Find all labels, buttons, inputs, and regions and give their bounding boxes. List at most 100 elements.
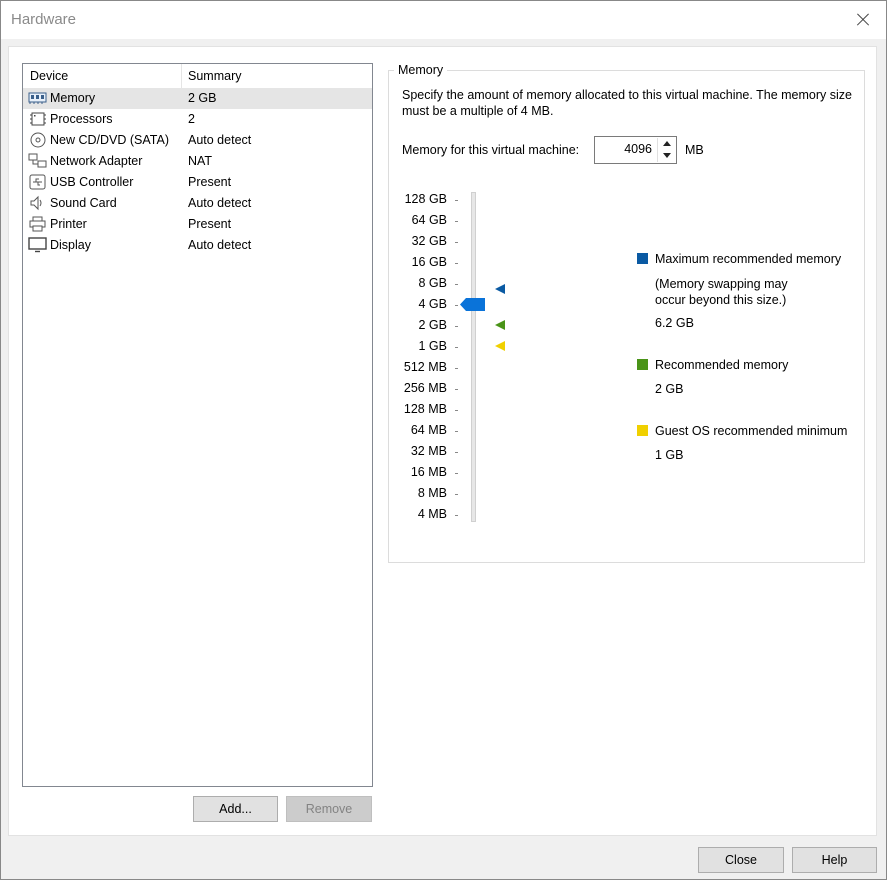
increment-arrow-icon[interactable] — [657, 138, 675, 150]
device-summary: 2 GB — [188, 91, 217, 105]
memory-scale-label: 64 GB — [411, 213, 447, 227]
memory-size-stepper[interactable]: 4096 — [594, 136, 677, 164]
device-name: Sound Card — [50, 196, 117, 210]
device-row-usb-controller[interactable]: USB Controller Present — [23, 172, 372, 193]
device-summary: Present — [188, 175, 232, 189]
memory-scale-label: 32 GB — [411, 234, 447, 248]
device-name: Printer — [50, 217, 87, 231]
speaker-icon — [30, 195, 42, 211]
printer-icon — [29, 216, 46, 232]
memory-unit-label: MB — [685, 143, 704, 157]
recommended-swatch — [637, 359, 648, 370]
memory-scale-label: 8 GB — [418, 276, 448, 290]
max-recommended-marker-icon — [495, 284, 505, 294]
remove-device-button[interactable]: Remove — [286, 796, 372, 822]
slider-thumb-shape — [460, 298, 485, 311]
device-name: Processors — [50, 112, 113, 126]
memory-scale-label: 8 MB — [417, 486, 447, 500]
device-name: Display — [50, 238, 91, 252]
device-row-cd-dvd[interactable]: New CD/DVD (SATA) Auto detect — [23, 130, 372, 151]
memory-scale-label: 16 MB — [410, 465, 447, 479]
device-summary: Auto detect — [188, 196, 252, 210]
device-row-printer[interactable]: Printer Present — [23, 214, 372, 235]
recommended-value: 2 GB — [655, 382, 684, 396]
memory-scale-label: 4 MB — [417, 507, 447, 521]
memory-scale-label: 2 GB — [418, 318, 448, 332]
memory-scale-tick — [455, 452, 458, 453]
memory-scale-tick — [455, 368, 458, 369]
memory-scale-tick — [455, 284, 458, 285]
memory-scale-tick — [455, 263, 458, 264]
recommended-marker-icon — [495, 320, 505, 330]
device-column-header[interactable]: Device — [30, 69, 68, 83]
memory-scale-label: 1 GB — [418, 339, 448, 353]
memory-slider-thumb[interactable] — [460, 298, 485, 311]
memory-scale-tick — [455, 494, 458, 495]
device-list[interactable]: Device Summary Memory 2 GB Processors 2 — [22, 63, 373, 787]
memory-slider-track[interactable] — [471, 192, 476, 522]
minimum-swatch — [637, 425, 648, 436]
memory-scale-tick — [455, 347, 458, 348]
recommended-marker-shape — [495, 320, 505, 330]
memory-scale-tick — [455, 242, 458, 243]
network-icon — [28, 153, 47, 168]
memory-description: Specify the amount of memory allocated t… — [402, 88, 852, 118]
device-row-memory[interactable]: Memory 2 GB — [23, 88, 372, 109]
max-recommended-note: (Memory swapping may occur beyond this s… — [655, 277, 788, 307]
cd-dvd-icon — [30, 132, 46, 148]
memory-scale-label: 256 MB — [403, 381, 447, 395]
memory-scale-tick — [455, 200, 458, 201]
memory-scale-tick — [455, 473, 458, 474]
memory-scale-label: 128 GB — [404, 192, 447, 206]
max-recommended-swatch — [637, 253, 648, 264]
memory-scale-tick — [455, 410, 458, 411]
max-recommended-label: Maximum recommended memory — [655, 252, 842, 266]
max-recommended-value: 6.2 GB — [655, 316, 694, 330]
memory-scale-label: 128 MB — [403, 402, 447, 416]
list-header: Device Summary — [23, 64, 372, 88]
memory-group-title: Memory — [394, 63, 448, 77]
memory-scale-label: 4 GB — [418, 297, 448, 311]
close-button[interactable]: Close — [698, 847, 784, 873]
device-row-processors[interactable]: Processors 2 — [23, 109, 372, 130]
memory-scale-tick — [455, 305, 458, 306]
device-name: Network Adapter — [50, 154, 143, 168]
memory-scale-label: 16 GB — [411, 255, 447, 269]
memory-scale-tick — [455, 389, 458, 390]
memory-scale-tick — [455, 326, 458, 327]
memory-scale-tick — [455, 431, 458, 432]
device-name: USB Controller — [50, 175, 134, 189]
device-summary: Auto detect — [188, 238, 252, 252]
memory-scale-label: 32 MB — [410, 444, 447, 458]
window-title: Hardware — [11, 11, 77, 28]
column-separator[interactable] — [181, 64, 182, 88]
device-summary: NAT — [188, 154, 213, 168]
title-bar: Hardware — [1, 1, 886, 39]
close-window-icon[interactable] — [852, 9, 874, 31]
memory-size-input[interactable]: 4096 — [624, 142, 652, 156]
minimum-marker-shape — [495, 341, 505, 351]
device-summary: Auto detect — [188, 133, 252, 147]
minimum-marker-icon — [495, 341, 505, 351]
decrement-arrow-icon[interactable] — [657, 150, 675, 162]
minimum-label: Guest OS recommended minimum — [655, 424, 848, 438]
device-name: Memory — [50, 91, 96, 105]
memory-scale-tick — [455, 221, 458, 222]
device-row-network-adapter[interactable]: Network Adapter NAT — [23, 151, 372, 172]
usb-icon — [29, 174, 46, 190]
add-device-button[interactable]: Add... — [193, 796, 278, 822]
monitor-icon — [28, 237, 47, 253]
device-name: New CD/DVD (SATA) — [50, 133, 169, 147]
memory-field-label: Memory for this virtual machine: — [402, 143, 580, 157]
device-row-sound-card[interactable]: Sound Card Auto detect — [23, 193, 372, 214]
device-summary: Present — [188, 217, 232, 231]
processor-icon — [30, 112, 46, 126]
memory-scale-label: 512 MB — [403, 360, 447, 374]
memory-scale-label: 64 MB — [410, 423, 447, 437]
help-button[interactable]: Help — [792, 847, 877, 873]
memory-icon — [28, 92, 47, 104]
summary-column-header[interactable]: Summary — [188, 69, 241, 83]
recommended-label: Recommended memory — [655, 358, 789, 372]
max-marker-shape — [495, 284, 505, 294]
device-row-display[interactable]: Display Auto detect — [23, 235, 372, 256]
